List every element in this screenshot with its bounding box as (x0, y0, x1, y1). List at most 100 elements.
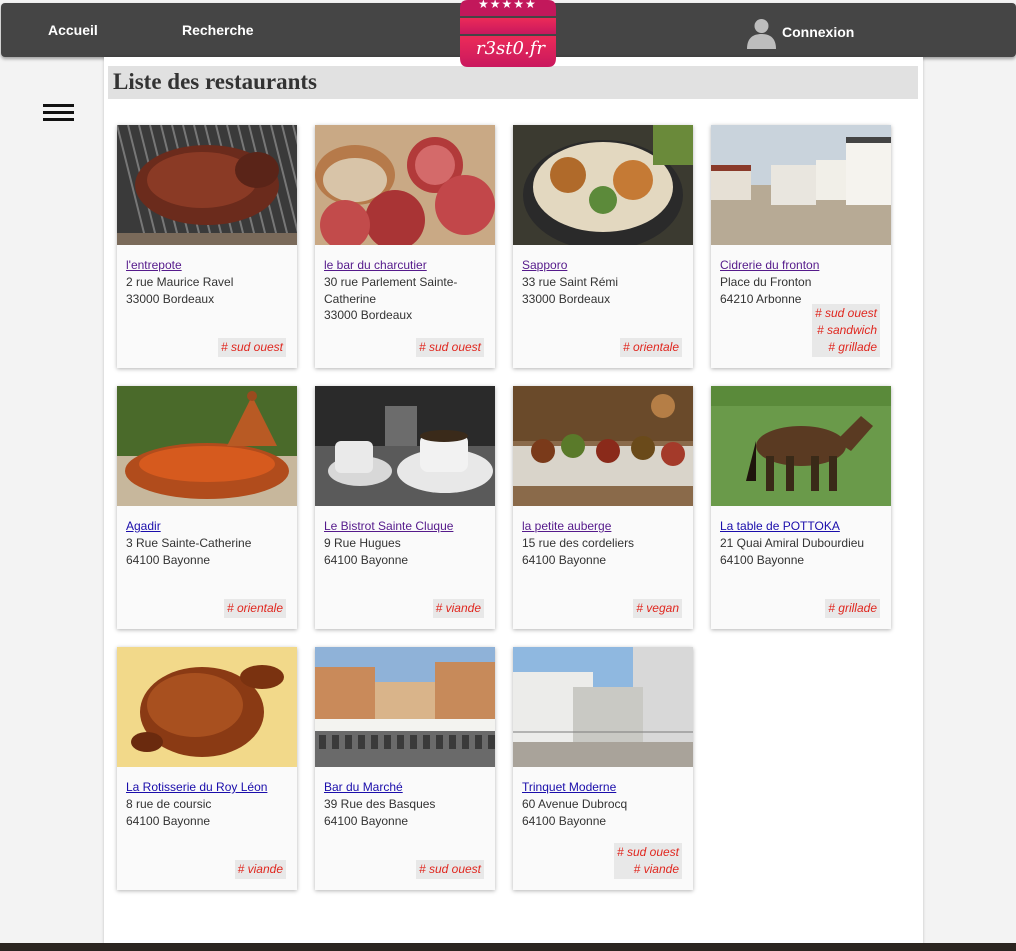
login-button[interactable]: Connexion (745, 15, 854, 49)
cuisine-tag[interactable]: # sud ouest (419, 339, 481, 356)
address-city: 64100 Bayonne (720, 552, 805, 567)
cuisine-tag[interactable]: # vegan (636, 600, 679, 617)
cuisine-tag[interactable]: # sud ouest (419, 861, 481, 878)
address-city: 64100 Bayonne (324, 813, 409, 828)
restaurant-address: 8 rue de coursic 64100 Bayonne (126, 796, 291, 829)
restaurant-photo[interactable] (315, 125, 495, 245)
cuisine-tag[interactable]: # viande (436, 600, 481, 617)
restaurant-address: 21 Quai Amiral Dubourdieu 64100 Bayonne (720, 535, 885, 568)
restaurant-name-link[interactable]: Cidrerie du fronton (720, 258, 819, 272)
restaurant-name-link[interactable]: le bar du charcutier (324, 258, 427, 272)
restaurant-photo[interactable] (117, 125, 297, 245)
restaurant-card[interactable]: l'entrepote 2 rue Maurice Ravel 33000 Bord… (117, 125, 297, 368)
address-city: 33000 Bordeaux (324, 308, 413, 322)
restaurant-address: 33 rue Saint Rémi 33000 Bordeaux (522, 274, 687, 307)
restaurant-photo[interactable] (315, 386, 495, 506)
restaurant-card[interactable]: Cidrerie du fronton Place du Fronton 64210… (711, 125, 891, 368)
page-title: Liste des restaurants (108, 66, 918, 99)
restaurant-tags: # viande (234, 860, 286, 879)
cuisine-tag[interactable]: # sud ouest (617, 844, 679, 861)
restaurant-photo[interactable] (711, 125, 891, 245)
restaurant-name-link[interactable]: Bar du Marché (324, 780, 403, 794)
restaurant-name-link[interactable]: l'entrepote (126, 258, 182, 272)
restaurant-card[interactable]: Bar du Marché 39 Rue des Basques 64100 Bay… (315, 647, 495, 890)
restaurant-name-link[interactable]: La table de POTTOKA (720, 519, 840, 533)
logo-text: r3st0.fr (476, 38, 545, 59)
address-city: 64100 Bayonne (522, 552, 607, 567)
restaurant-name-link[interactable]: Sapporo (522, 258, 567, 272)
footer-strip (0, 943, 1016, 951)
restaurant-name-link[interactable]: Trinquet Moderne (522, 780, 616, 794)
menu-hamburger-icon[interactable] (43, 104, 74, 122)
cuisine-tag[interactable]: # grillade (828, 600, 877, 617)
address-street: 60 Avenue Dubrocq (522, 797, 628, 811)
cuisine-tag[interactable]: # grillade (815, 339, 877, 356)
restaurant-card[interactable]: Le Bistrot Sainte Cluque 9 Rue Hugues 6410… (315, 386, 495, 629)
address-city: 64100 Bayonne (126, 552, 211, 567)
address-city: 64100 Bayonne (522, 813, 607, 828)
restaurant-name-link[interactable]: Agadir (126, 519, 161, 533)
restaurant-photo[interactable] (513, 386, 693, 506)
login-label: Connexion (782, 24, 855, 40)
restaurant-address: Place du Fronton 64210 Arbonne (720, 274, 885, 307)
restaurant-address: 39 Rue des Basques 64100 Bayonne (324, 796, 489, 829)
restaurant-tags: # orientale (619, 338, 682, 357)
restaurant-tags: # sud ouest (415, 860, 484, 879)
address-street: 21 Quai Amiral Dubourdieu (720, 536, 865, 550)
address-street: 15 rue des cordeliers (522, 536, 635, 550)
restaurant-photo[interactable] (711, 386, 891, 506)
restaurant-card[interactable]: La table de POTTOKA 21 Quai Amiral Dubour… (711, 386, 891, 629)
restaurant-address: 3 Rue Sainte-Catherine 64100 Bayonne (126, 535, 291, 568)
restaurant-tags: # grillade (825, 599, 880, 618)
restaurant-name-link[interactable]: Le Bistrot Sainte Cluque (324, 519, 453, 533)
logo-stars: ★★★★★ (478, 0, 537, 11)
restaurant-tags: # sud ouest # sandwich # grillade (811, 304, 880, 357)
cuisine-tag[interactable]: # sandwich (815, 322, 877, 339)
restaurant-address: 60 Avenue Dubrocq 64100 Bayonne (522, 796, 687, 829)
address-street: 30 rue Parlement Sainte-Catherine (324, 275, 458, 306)
cuisine-tag[interactable]: # sud ouest (221, 339, 283, 356)
restaurant-name-link[interactable]: La Rotisserie du Roy Léon (126, 780, 267, 794)
restaurant-photo[interactable] (117, 647, 297, 767)
restaurant-card[interactable]: La Rotisserie du Roy Léon 8 rue de coursi… (117, 647, 297, 890)
restaurant-tags: # sud ouest # viande (613, 843, 682, 879)
restaurant-photo[interactable] (117, 386, 297, 506)
address-street: 39 Rue des Basques (324, 797, 436, 811)
restaurant-address: 2 rue Maurice Ravel 33000 Bordeaux (126, 274, 291, 307)
address-street: Place du Fronton (720, 275, 812, 289)
address-city: 33000 Bordeaux (522, 291, 611, 306)
restaurant-photo[interactable] (315, 647, 495, 767)
restaurant-tags: # sud ouest (415, 338, 484, 357)
address-street: 33 rue Saint Rémi (522, 275, 619, 289)
nav-search-link[interactable]: Recherche (182, 22, 254, 38)
site-logo[interactable]: ★★★★★ r3st0.fr (460, 0, 556, 67)
restaurant-card[interactable]: la petite auberge 15 rue des cordeliers 64… (513, 386, 693, 629)
cuisine-tag[interactable]: # viande (617, 861, 679, 878)
address-city: 64100 Bayonne (324, 552, 409, 567)
restaurant-photo[interactable] (513, 647, 693, 767)
address-street: 2 rue Maurice Ravel (126, 275, 234, 289)
user-avatar-icon (747, 18, 776, 49)
restaurant-address: 9 Rue Hugues 64100 Bayonne (324, 535, 489, 568)
restaurant-card[interactable]: Agadir 3 Rue Sainte-Catherine 64100 Bayonn… (117, 386, 297, 629)
restaurant-tags: # viande (432, 599, 484, 618)
address-city: 64100 Bayonne (126, 813, 211, 828)
restaurant-tags: # orientale (223, 599, 286, 618)
restaurant-address: 30 rue Parlement Sainte-Catherine 33000 B… (324, 274, 489, 324)
restaurant-tags: # vegan (633, 599, 682, 618)
restaurant-card[interactable]: le bar du charcutier 30 rue Parlement Sai… (315, 125, 495, 368)
cuisine-tag[interactable]: # sud ouest (815, 305, 877, 322)
restaurant-card[interactable]: Trinquet Moderne 60 Avenue Dubrocq 64100 B… (513, 647, 693, 890)
restaurant-card[interactable]: Sapporo 33 rue Saint Rémi 33000 Bordeaux # … (513, 125, 693, 368)
cuisine-tag[interactable]: # viande (238, 861, 283, 878)
cuisine-tag[interactable]: # orientale (623, 339, 679, 356)
address-street: 9 Rue Hugues (324, 536, 401, 550)
address-street: 8 rue de coursic (126, 797, 212, 811)
address-city: 33000 Bordeaux (126, 291, 215, 306)
restaurant-address: 15 rue des cordeliers 64100 Bayonne (522, 535, 687, 568)
restaurant-photo[interactable] (513, 125, 693, 245)
nav-home-link[interactable]: Accueil (48, 22, 98, 38)
address-street: 3 Rue Sainte-Catherine (126, 536, 252, 550)
restaurant-name-link[interactable]: la petite auberge (522, 519, 611, 533)
cuisine-tag[interactable]: # orientale (227, 600, 283, 617)
